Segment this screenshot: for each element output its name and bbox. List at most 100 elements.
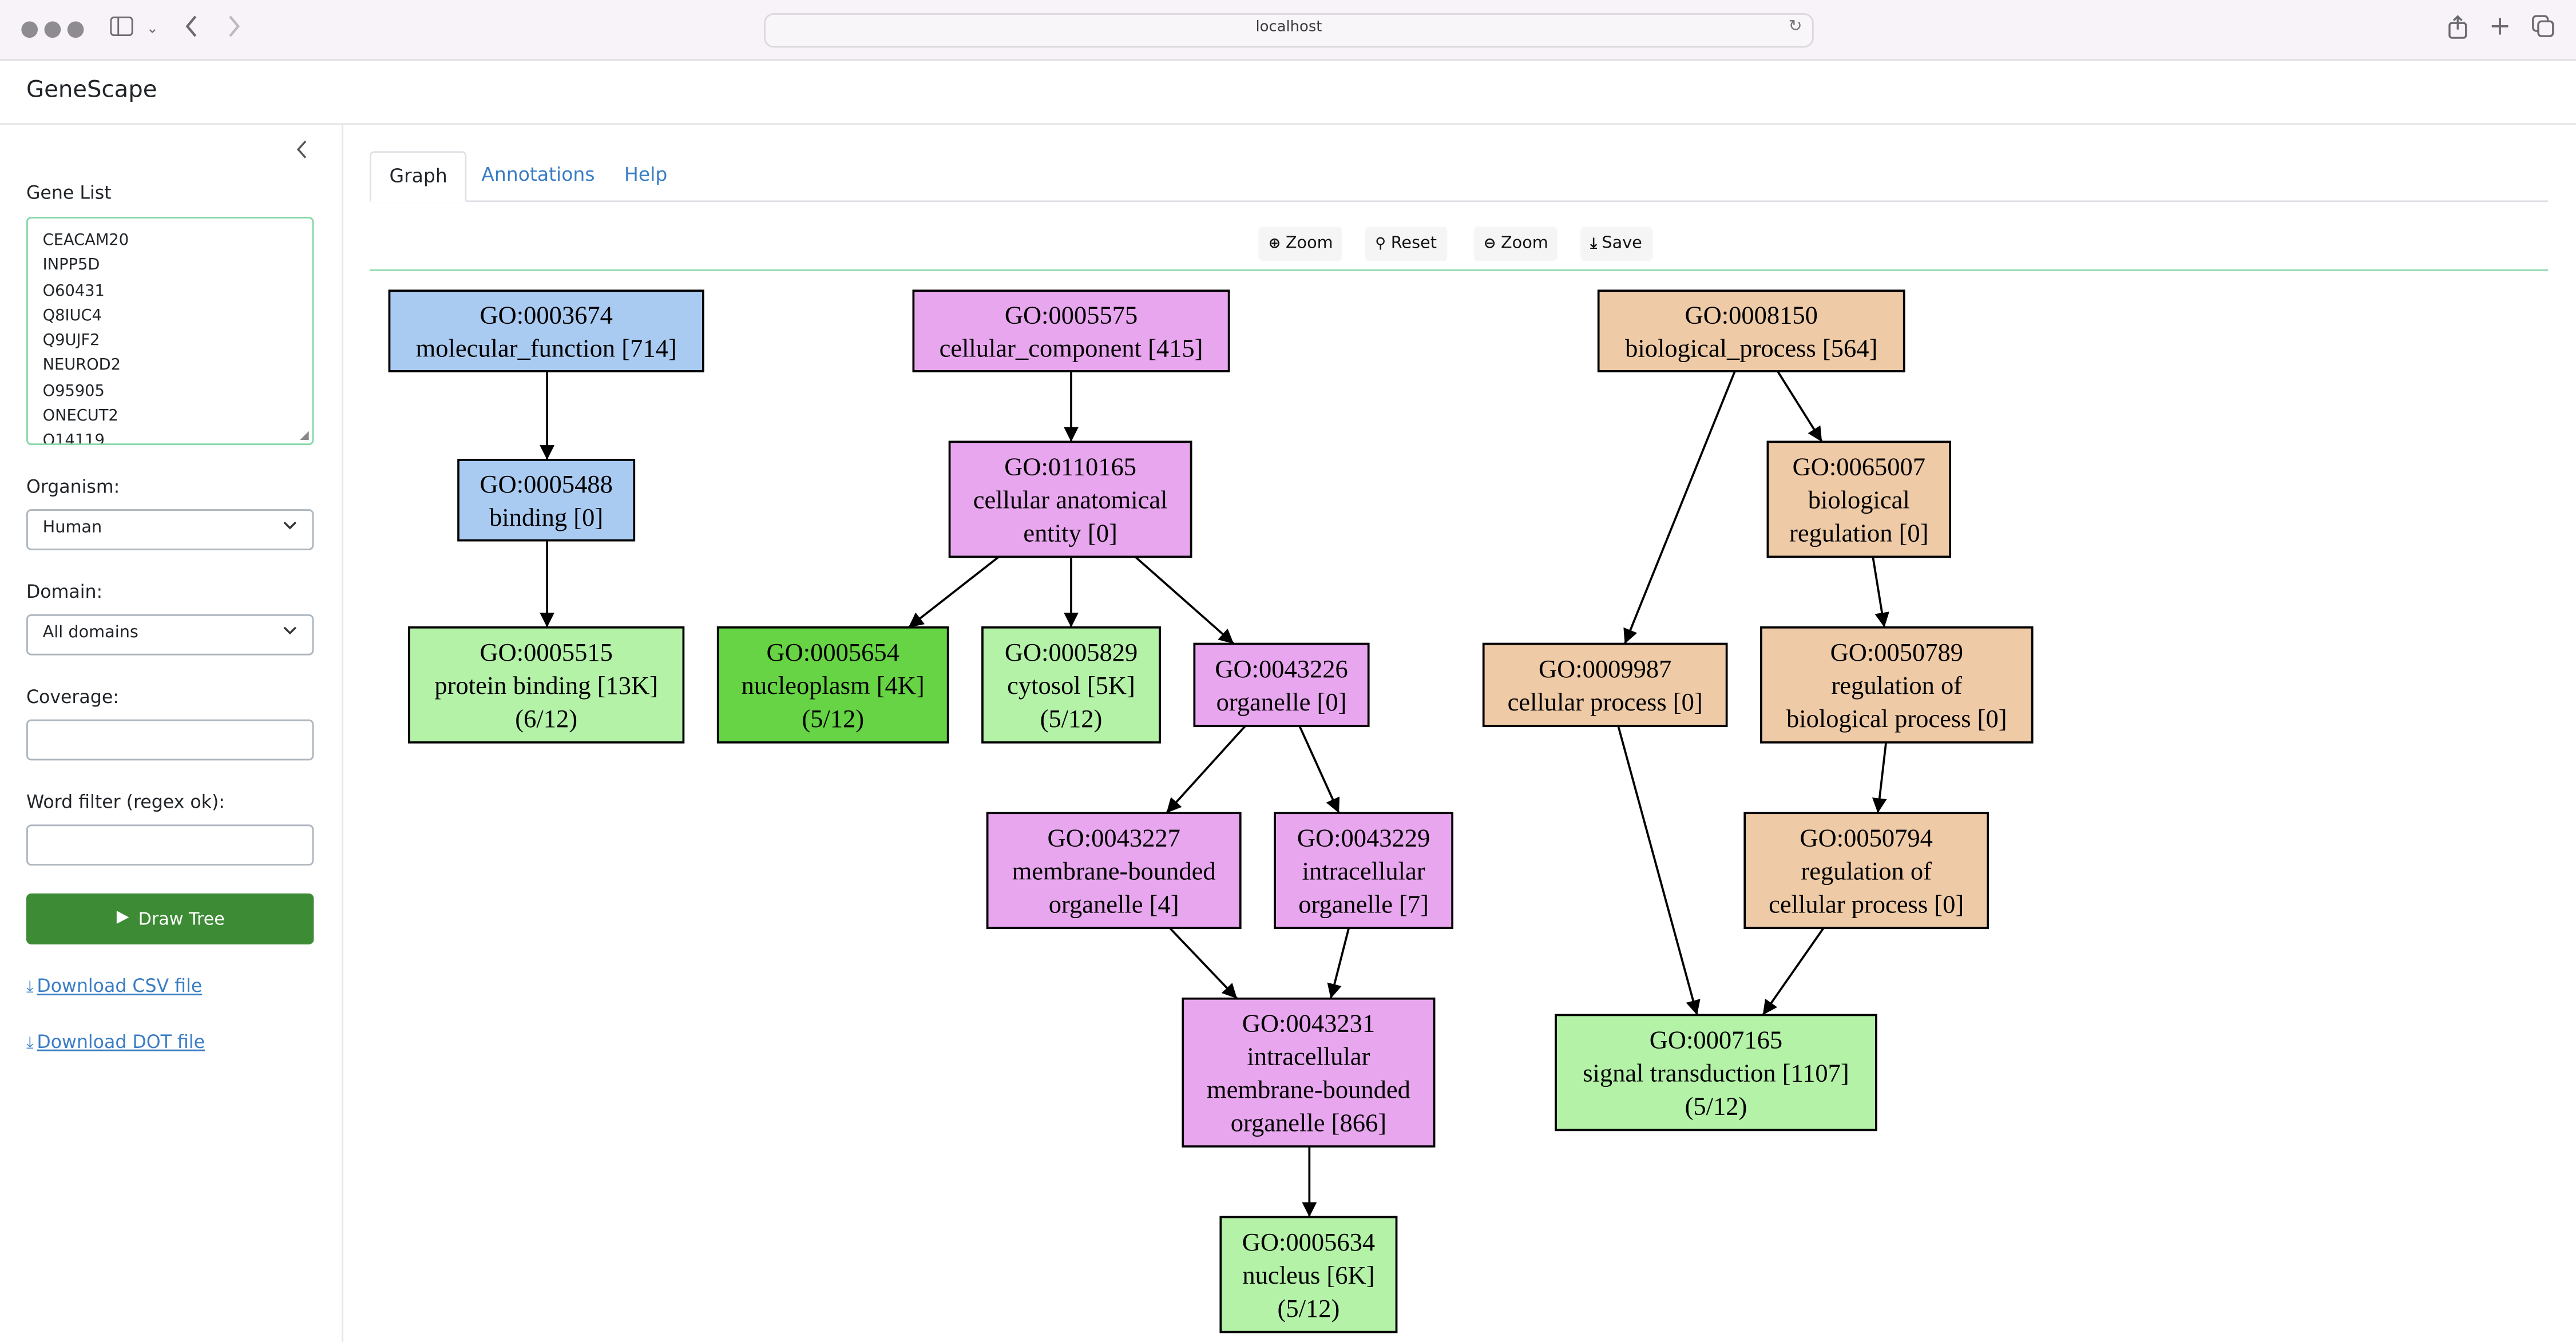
node-term-label: cellular process [0] — [1508, 688, 1703, 716]
zoom-in-button[interactable]: ⊕ Zoom — [1258, 227, 1343, 261]
go-node[interactable]: GO:0110165 cellular anatomical entity [0] — [948, 440, 1192, 558]
node-term-label: (5/12) — [802, 704, 864, 733]
download-csv-link[interactable]: ⤓ Download CSV file — [26, 975, 202, 996]
go-node[interactable]: GO:0065007 biological regulation [0] — [1766, 440, 1951, 558]
node-term-label: binding [0] — [489, 503, 603, 531]
collapse-sidebar-icon[interactable] — [296, 140, 309, 166]
node-term-label: nucleoplasm [4K] — [742, 671, 925, 700]
gene-entry: CEACAM20 — [42, 231, 129, 250]
back-icon[interactable] — [185, 15, 199, 46]
app-header: GeneScape — [0, 61, 2576, 125]
download-icon: ⤓ — [26, 1034, 34, 1053]
graph-edge — [1617, 725, 1701, 1015]
node-term-label: organelle [4] — [1049, 890, 1179, 919]
chevron-down-icon[interactable]: ⌄ — [146, 15, 159, 45]
browser-toolbar: ⌄ localhost ↻ + — [0, 0, 2576, 61]
gene-list-label: Gene List — [26, 182, 112, 204]
window-minimize-button[interactable] — [44, 21, 61, 38]
search-icon: ⚲ — [1375, 236, 1386, 253]
node-term-label: cellular anatomical — [973, 486, 1168, 514]
go-node[interactable]: GO:0007165 signal transduction [1107] (5/1… — [1555, 1014, 1877, 1131]
graph-edge — [1166, 725, 1246, 814]
go-node[interactable]: GO:0003674 molecular_function [714] — [388, 289, 704, 372]
node-term-label: biological_process [564] — [1625, 333, 1877, 362]
go-node[interactable]: GO:0005829 cytosol [5K] (5/12) — [981, 626, 1161, 744]
save-button[interactable]: ⤓ Save — [1580, 227, 1652, 261]
go-node[interactable]: GO:0043226 organelle [0] — [1193, 642, 1370, 727]
zoom-in-icon: ⊕ — [1268, 236, 1281, 253]
node-id-label: GO:0050794 — [1800, 824, 1932, 852]
word-filter-label: Word filter (regex ok): — [26, 791, 225, 813]
go-node[interactable]: GO:0043231 intracellular membrane-bounded o… — [1182, 997, 1436, 1148]
graph-edge — [1872, 742, 1887, 813]
node-id-label: GO:0110165 — [1004, 452, 1136, 481]
node-id-label: GO:0065007 — [1793, 452, 1925, 481]
forward-icon[interactable] — [227, 15, 240, 46]
zoom-out-button[interactable]: ⊖ Zoom — [1473, 227, 1558, 261]
go-node[interactable]: GO:0009987 cellular process [0] — [1482, 642, 1728, 727]
resize-handle-icon[interactable]: ◢ — [300, 428, 308, 442]
gene-entry: Q8IUC4 — [42, 307, 102, 325]
tabs-overview-icon[interactable] — [2532, 15, 2555, 46]
node-id-label: GO:0043226 — [1215, 654, 1348, 683]
node-id-label: GO:0043231 — [1242, 1009, 1375, 1038]
go-node[interactable]: GO:0050794 regulation of cellular process … — [1743, 812, 1990, 930]
node-id-label: GO:0043227 — [1047, 824, 1180, 852]
node-term-label: biological process [0] — [1786, 704, 2007, 733]
sidebar-icon[interactable] — [110, 15, 133, 45]
organism-value: Human — [42, 519, 102, 537]
node-id-label: GO:0005654 — [767, 638, 899, 666]
tab-annotations[interactable]: Annotations — [463, 151, 613, 198]
download-icon: ⤓ — [1590, 236, 1597, 253]
save-label: Save — [1602, 235, 1642, 253]
go-node[interactable]: GO:0005575 cellular_component [415] — [912, 289, 1230, 372]
zoom-out-label: Zoom — [1500, 235, 1548, 253]
tab-graph[interactable]: Graph — [370, 151, 467, 203]
node-term-label: cellular_component [415] — [940, 333, 1203, 362]
go-node[interactable]: GO:0005654 nucleoplasm [4K] (5/12) — [716, 626, 949, 744]
go-node[interactable]: GO:0005515 protein binding [13K] (6/12) — [408, 626, 685, 744]
reset-button[interactable]: ⚲ Reset — [1365, 227, 1447, 261]
window-zoom-button[interactable] — [67, 21, 84, 38]
new-tab-icon[interactable]: + — [2489, 11, 2511, 41]
node-term-label: organelle [0] — [1216, 688, 1347, 716]
chevron-down-icon — [283, 517, 298, 535]
node-term-label: (6/12) — [515, 704, 577, 733]
node-term-label: regulation of — [1831, 671, 1962, 700]
graph-edge — [1623, 371, 1736, 645]
reload-icon[interactable]: ↻ — [1789, 18, 1802, 37]
go-node[interactable]: GO:0005634 nucleus [6K] (5/12) — [1219, 1216, 1398, 1333]
go-node[interactable]: GO:0043229 intracellular organelle [7] — [1274, 812, 1454, 930]
node-term-label: intracellular — [1302, 857, 1425, 886]
organism-label: Organism: — [26, 476, 120, 498]
coverage-input[interactable] — [26, 719, 314, 761]
graph-edge — [907, 555, 1000, 629]
node-term-label: cytosol [5K] — [1007, 671, 1135, 700]
node-term-label: protein binding [13K] — [434, 671, 658, 700]
node-id-label: GO:0005515 — [479, 638, 612, 666]
node-term-label: (5/12) — [1685, 1092, 1747, 1121]
gene-entry: INPP5D — [42, 256, 100, 275]
share-icon[interactable] — [2448, 15, 2467, 47]
address-bar[interactable]: localhost ↻ — [764, 13, 1814, 48]
node-id-label: GO:0005488 — [479, 470, 612, 498]
tab-help[interactable]: Help — [606, 151, 685, 198]
word-filter-input[interactable] — [26, 824, 314, 866]
draw-tree-button[interactable]: Draw Tree — [26, 893, 314, 944]
go-node[interactable]: GO:0005488 binding [0] — [457, 459, 636, 542]
go-node[interactable]: GO:0008150 biological_process [564] — [1597, 289, 1905, 372]
node-term-label: molecular_function [714] — [416, 333, 677, 362]
organism-select[interactable]: Human — [26, 509, 314, 550]
go-node[interactable]: GO:0043227 membrane-bounded organelle [4] — [986, 812, 1242, 930]
window-close-button[interactable] — [21, 21, 38, 38]
download-dot-link[interactable]: ⤓ Download DOT file — [26, 1031, 205, 1053]
node-term-label: regulation [0] — [1789, 519, 1928, 547]
gene-list-textarea[interactable]: CEACAM20 INPP5D O60431 Q8IUC4 Q9UJF2 NEUROD2 O… — [26, 216, 314, 446]
domain-select[interactable]: All domains — [26, 614, 314, 656]
gene-entry: O14119 — [42, 432, 105, 446]
go-node[interactable]: GO:0050789 regulation of biological proces… — [1760, 626, 2034, 744]
main-tabs: Graph Annotations Help — [370, 151, 2549, 203]
node-term-label: signal transduction [1107] — [1583, 1059, 1849, 1087]
node-term-label: membrane-bounded — [1012, 857, 1216, 886]
gene-entry: O95905 — [42, 382, 105, 400]
